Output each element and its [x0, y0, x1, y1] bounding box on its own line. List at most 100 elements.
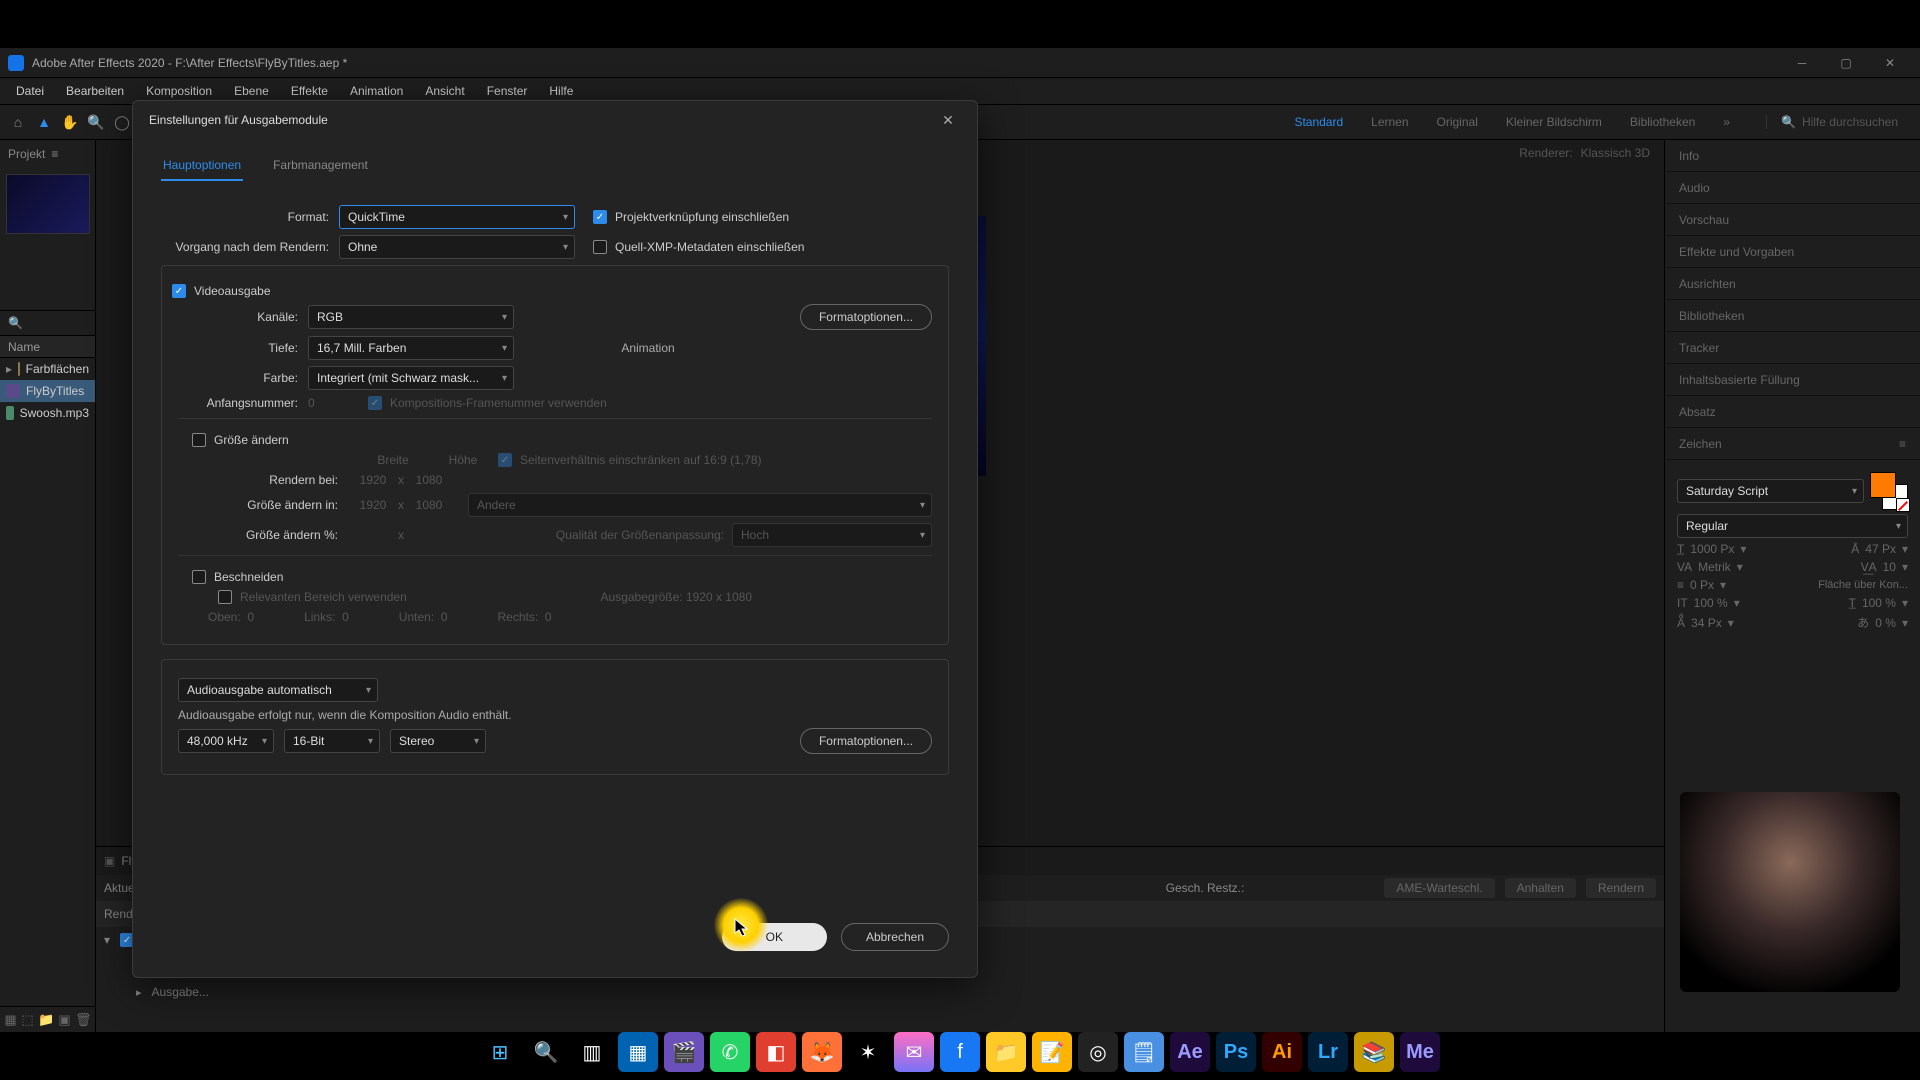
interpret-icon[interactable]: ▦ [4, 1012, 17, 1028]
workspace-lernen[interactable]: Lernen [1371, 115, 1408, 129]
menu-komposition[interactable]: Komposition [136, 80, 222, 102]
menu-datei[interactable]: Datei [6, 80, 54, 102]
app-icon[interactable]: 📚 [1354, 1032, 1394, 1072]
panel-menu-icon[interactable]: ≡ [1899, 437, 1906, 451]
panel-vorschau[interactable]: Vorschau [1665, 204, 1920, 236]
crop-checkbox[interactable] [192, 570, 206, 584]
project-tab[interactable]: Projekt [8, 147, 45, 161]
app-icon[interactable]: 📝 [1032, 1032, 1072, 1072]
color-dropdown[interactable]: Integriert (mit Schwarz mask... [308, 366, 514, 390]
tracking-value[interactable]: 10 [1883, 560, 1896, 574]
video-format-options-button[interactable]: Formatoptionen... [800, 304, 932, 330]
render-button[interactable]: Rendern [1586, 878, 1656, 898]
tab-farbmanagement[interactable]: Farbmanagement [271, 150, 370, 180]
search-placeholder[interactable]: Hilfe durchsuchen [1802, 115, 1898, 129]
media-encoder-icon[interactable]: Me [1400, 1032, 1440, 1072]
obs-icon[interactable]: ◎ [1078, 1032, 1118, 1072]
panel-zeichen[interactable]: Zeichen≡ [1665, 428, 1920, 460]
maximize-button[interactable]: ▢ [1824, 49, 1868, 77]
facebook-icon[interactable]: f [940, 1032, 980, 1072]
menu-fenster[interactable]: Fenster [477, 80, 538, 102]
menu-ansicht[interactable]: Ansicht [415, 80, 474, 102]
audio-output-mode-dropdown[interactable]: Audioausgabe automatisch [178, 678, 378, 702]
lightroom-icon[interactable]: Lr [1308, 1032, 1348, 1072]
workspace-bibliotheken[interactable]: Bibliotheken [1630, 115, 1695, 129]
format-dropdown[interactable]: QuickTime [339, 205, 575, 229]
app-icon[interactable]: ✶ [848, 1032, 888, 1072]
explorer-icon[interactable]: 📁 [986, 1032, 1026, 1072]
zoom-tool-icon[interactable]: 🔍 [84, 110, 108, 134]
project-item-swoosh[interactable]: Swoosh.mp3 [0, 402, 95, 424]
depth-dropdown[interactable]: 16,7 Mill. Farben [308, 336, 514, 360]
taskview-icon[interactable]: ▥ [572, 1032, 612, 1072]
home-icon[interactable]: ⌂ [6, 110, 30, 134]
start-icon[interactable]: ⊞ [480, 1032, 520, 1072]
project-item-flybytitles[interactable]: FlyByTitles [0, 380, 95, 402]
tab-hauptoptionen[interactable]: Hauptoptionen [161, 150, 243, 180]
audio-rate-dropdown[interactable]: 48,000 kHz [178, 729, 274, 753]
cancel-button[interactable]: Abbrechen [841, 923, 949, 951]
ame-queue-button[interactable]: AME-Warteschl. [1384, 878, 1494, 898]
whatsapp-icon[interactable]: ✆ [710, 1032, 750, 1072]
stroke-value[interactable]: 0 Px [1690, 578, 1714, 592]
renderer-value[interactable]: Klassisch 3D [1581, 146, 1650, 160]
include-project-checkbox[interactable]: ✓ [593, 210, 607, 224]
menu-ebene[interactable]: Ebene [224, 80, 279, 102]
stroke-position[interactable]: Fläche über Kon... [1818, 579, 1908, 591]
vscale-value[interactable]: 100 % [1694, 596, 1728, 610]
resize-checkbox[interactable] [192, 433, 206, 447]
audio-bit-dropdown[interactable]: 16-Bit [284, 729, 380, 753]
close-window-button[interactable]: ✕ [1868, 49, 1912, 77]
hand-tool-icon[interactable]: ✋ [58, 110, 82, 134]
font-family-dropdown[interactable]: Saturday Script [1677, 479, 1864, 503]
menu-hilfe[interactable]: Hilfe [539, 80, 583, 102]
messenger-icon[interactable]: ✉ [894, 1032, 934, 1072]
workspace-overflow-icon[interactable]: » [1723, 115, 1730, 129]
panel-contentaware[interactable]: Inhaltsbasierte Füllung [1665, 364, 1920, 396]
photoshop-icon[interactable]: Ps [1216, 1032, 1256, 1072]
app-icon[interactable]: ▦ [618, 1032, 658, 1072]
selection-tool-icon[interactable]: ▲ [32, 110, 56, 134]
new-comp-icon[interactable]: ▣ [58, 1012, 71, 1028]
project-item-farbflaechen[interactable]: ▸Farbflächen [0, 358, 95, 380]
close-icon[interactable]: ✕ [935, 107, 961, 133]
font-size[interactable]: 1000 Px [1690, 542, 1734, 556]
color-swatch[interactable] [1870, 472, 1908, 510]
orbit-tool-icon[interactable]: ◯ [110, 110, 134, 134]
workspace-standard[interactable]: Standard [1294, 115, 1343, 129]
project-search-icon[interactable]: 🔍 [8, 316, 23, 330]
workspace-original[interactable]: Original [1437, 115, 1478, 129]
panel-bibliotheken[interactable]: Bibliotheken [1665, 300, 1920, 332]
panel-tracker[interactable]: Tracker [1665, 332, 1920, 364]
panel-info[interactable]: Info [1665, 140, 1920, 172]
app-icon[interactable]: 🗒 [1124, 1032, 1164, 1072]
output-module[interactable]: Ausgabe... [152, 985, 209, 999]
illustrator-icon[interactable]: Ai [1262, 1032, 1302, 1072]
minimize-button[interactable]: ─ [1780, 49, 1824, 77]
tsume-value[interactable]: 0 % [1875, 616, 1896, 630]
include-xmp-checkbox[interactable] [593, 240, 607, 254]
postrender-dropdown[interactable]: Ohne [339, 235, 575, 259]
panel-effekte[interactable]: Effekte und Vorgaben [1665, 236, 1920, 268]
kerning-value[interactable]: Metrik [1698, 560, 1731, 574]
baseline-value[interactable]: 34 Px [1691, 616, 1722, 630]
audio-channels-dropdown[interactable]: Stereo [390, 729, 486, 753]
hscale-value[interactable]: 100 % [1862, 596, 1896, 610]
font-style-dropdown[interactable]: Regular [1677, 514, 1908, 538]
leading-value[interactable]: 47 Px [1865, 542, 1896, 556]
channels-dropdown[interactable]: RGB [308, 305, 514, 329]
pause-button[interactable]: Anhalten [1505, 878, 1576, 898]
panel-absatz[interactable]: Absatz [1665, 396, 1920, 428]
menu-bearbeiten[interactable]: Bearbeiten [56, 80, 134, 102]
column-name[interactable]: Name [0, 336, 95, 358]
firefox-icon[interactable]: 🦊 [802, 1032, 842, 1072]
panel-audio[interactable]: Audio [1665, 172, 1920, 204]
delete-icon[interactable]: 🗑 [75, 1012, 91, 1028]
video-output-checkbox[interactable]: ✓ [172, 284, 186, 298]
new-folder-icon[interactable]: 📁 [38, 1012, 54, 1028]
audio-format-options-button[interactable]: Formatoptionen... [800, 728, 932, 754]
search-icon[interactable]: 🔍 [1781, 115, 1796, 129]
app-icon[interactable]: ◧ [756, 1032, 796, 1072]
menu-animation[interactable]: Animation [340, 80, 413, 102]
panel-menu-icon[interactable]: ≡ [51, 147, 58, 161]
